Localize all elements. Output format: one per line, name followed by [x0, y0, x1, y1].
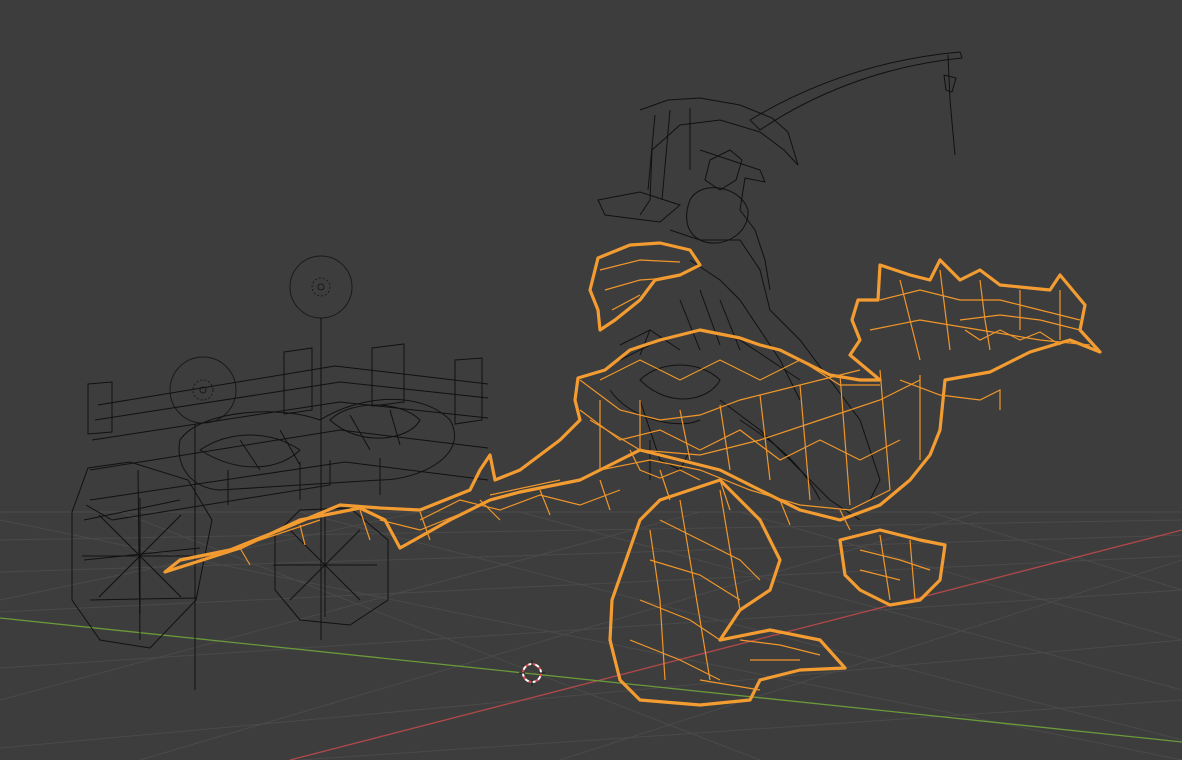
- viewport-background: [0, 0, 1182, 760]
- 3d-viewport[interactable]: [0, 0, 1182, 760]
